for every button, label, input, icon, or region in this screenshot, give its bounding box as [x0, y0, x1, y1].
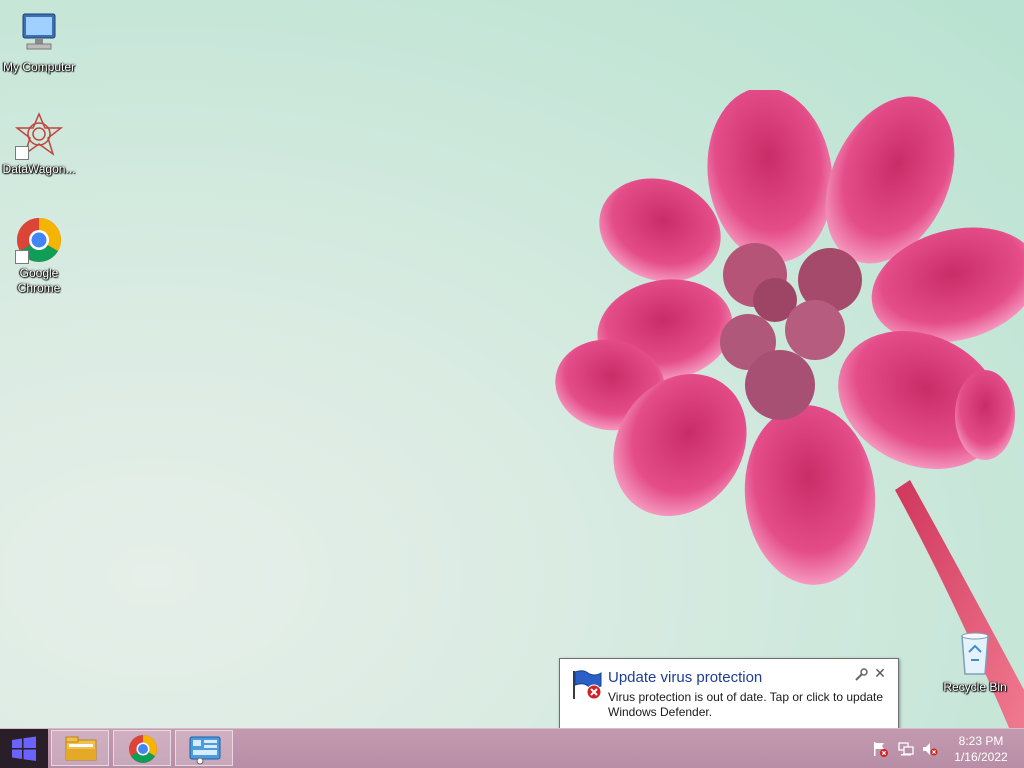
wrench-icon[interactable]: [854, 668, 868, 682]
taskbar-file-explorer-button[interactable]: [51, 730, 109, 766]
windows-logo-icon: [12, 736, 36, 761]
chrome-icon: [129, 735, 157, 763]
desktop-icon-my-computer[interactable]: My Computer: [0, 10, 78, 75]
defender-flag-error-icon: [570, 669, 604, 701]
close-icon[interactable]: ✕: [873, 667, 887, 681]
desktop-icon-label: My Computer: [2, 60, 76, 74]
taskbar: 8:23 PM 1/16/2022: [0, 728, 1024, 768]
taskbar-clock[interactable]: 8:23 PM 1/16/2022: [946, 733, 1016, 765]
taskbar-control-panel-button[interactable]: [175, 730, 233, 766]
notification-message[interactable]: Virus protection is out of date. Tap or …: [608, 690, 893, 720]
datawagon-icon: [14, 112, 64, 160]
computer-icon: [15, 10, 63, 58]
file-explorer-icon: [65, 736, 97, 761]
notification-balloon[interactable]: Update virus protection Virus protection…: [559, 658, 899, 745]
desktop-icon-label: Recycle Bin: [943, 680, 1007, 694]
desktop-icon-label: DataWagon...: [2, 162, 76, 176]
desktop-icon-label: Google Chrome: [17, 266, 61, 295]
clock-date: 1/16/2022: [954, 750, 1008, 764]
desktop-icon-datawagon[interactable]: DataWagon...: [0, 112, 78, 177]
control-panel-icon: [189, 736, 221, 765]
taskbar-chrome-button[interactable]: [113, 730, 171, 766]
shortcut-arrow-icon: [15, 250, 29, 264]
network-icon[interactable]: [898, 741, 914, 757]
start-button[interactable]: [0, 729, 48, 768]
desktop-icon-google-chrome[interactable]: Google Chrome: [0, 216, 78, 296]
notification-title[interactable]: Update virus protection: [608, 669, 762, 686]
clock-time: 8:23 PM: [958, 734, 1004, 748]
recycle-bin-icon: [951, 630, 999, 678]
desktop[interactable]: My Computer DataWagon... Google Chrome R…: [0, 0, 1024, 768]
desktop-icon-recycle-bin[interactable]: Recycle Bin: [936, 630, 1014, 695]
action-center-flag-icon[interactable]: [872, 741, 888, 757]
shortcut-arrow-icon: [15, 146, 29, 160]
chrome-icon: [15, 216, 63, 264]
volume-muted-icon[interactable]: [922, 741, 938, 757]
